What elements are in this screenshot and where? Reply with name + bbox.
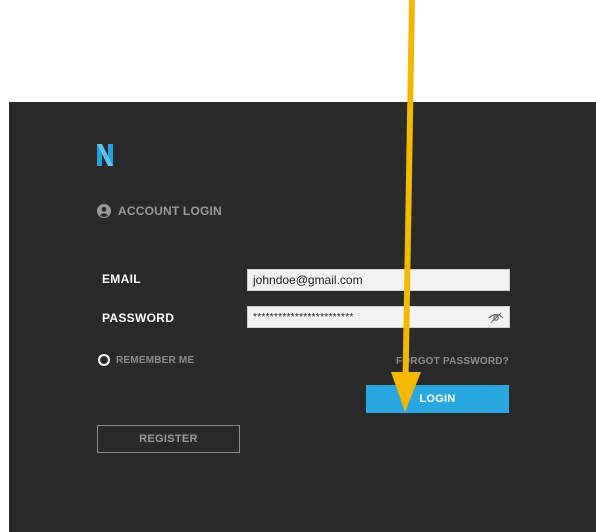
email-field[interactable] — [247, 269, 510, 291]
email-label: EMAIL — [102, 272, 141, 286]
password-field[interactable] — [247, 306, 510, 328]
radio-icon[interactable] — [98, 354, 110, 366]
forgot-password-link[interactable]: FORGOT PASSWORD? — [396, 356, 509, 367]
password-label: PASSWORD — [102, 311, 175, 325]
login-panel: ACCOUNT LOGIN EMAIL PASSWORD REMEMBER ME… — [9, 102, 596, 532]
n-logo-icon — [97, 144, 113, 166]
account-login-title: ACCOUNT LOGIN — [118, 204, 222, 218]
eye-icon[interactable] — [488, 310, 504, 324]
login-button[interactable]: LOGIN — [366, 385, 509, 413]
account-login-heading: ACCOUNT LOGIN — [97, 204, 222, 218]
register-button[interactable]: REGISTER — [97, 425, 240, 453]
remember-me-label: REMEMBER ME — [116, 354, 195, 366]
remember-me-option[interactable]: REMEMBER ME — [98, 354, 194, 366]
user-circle-icon — [97, 204, 111, 218]
